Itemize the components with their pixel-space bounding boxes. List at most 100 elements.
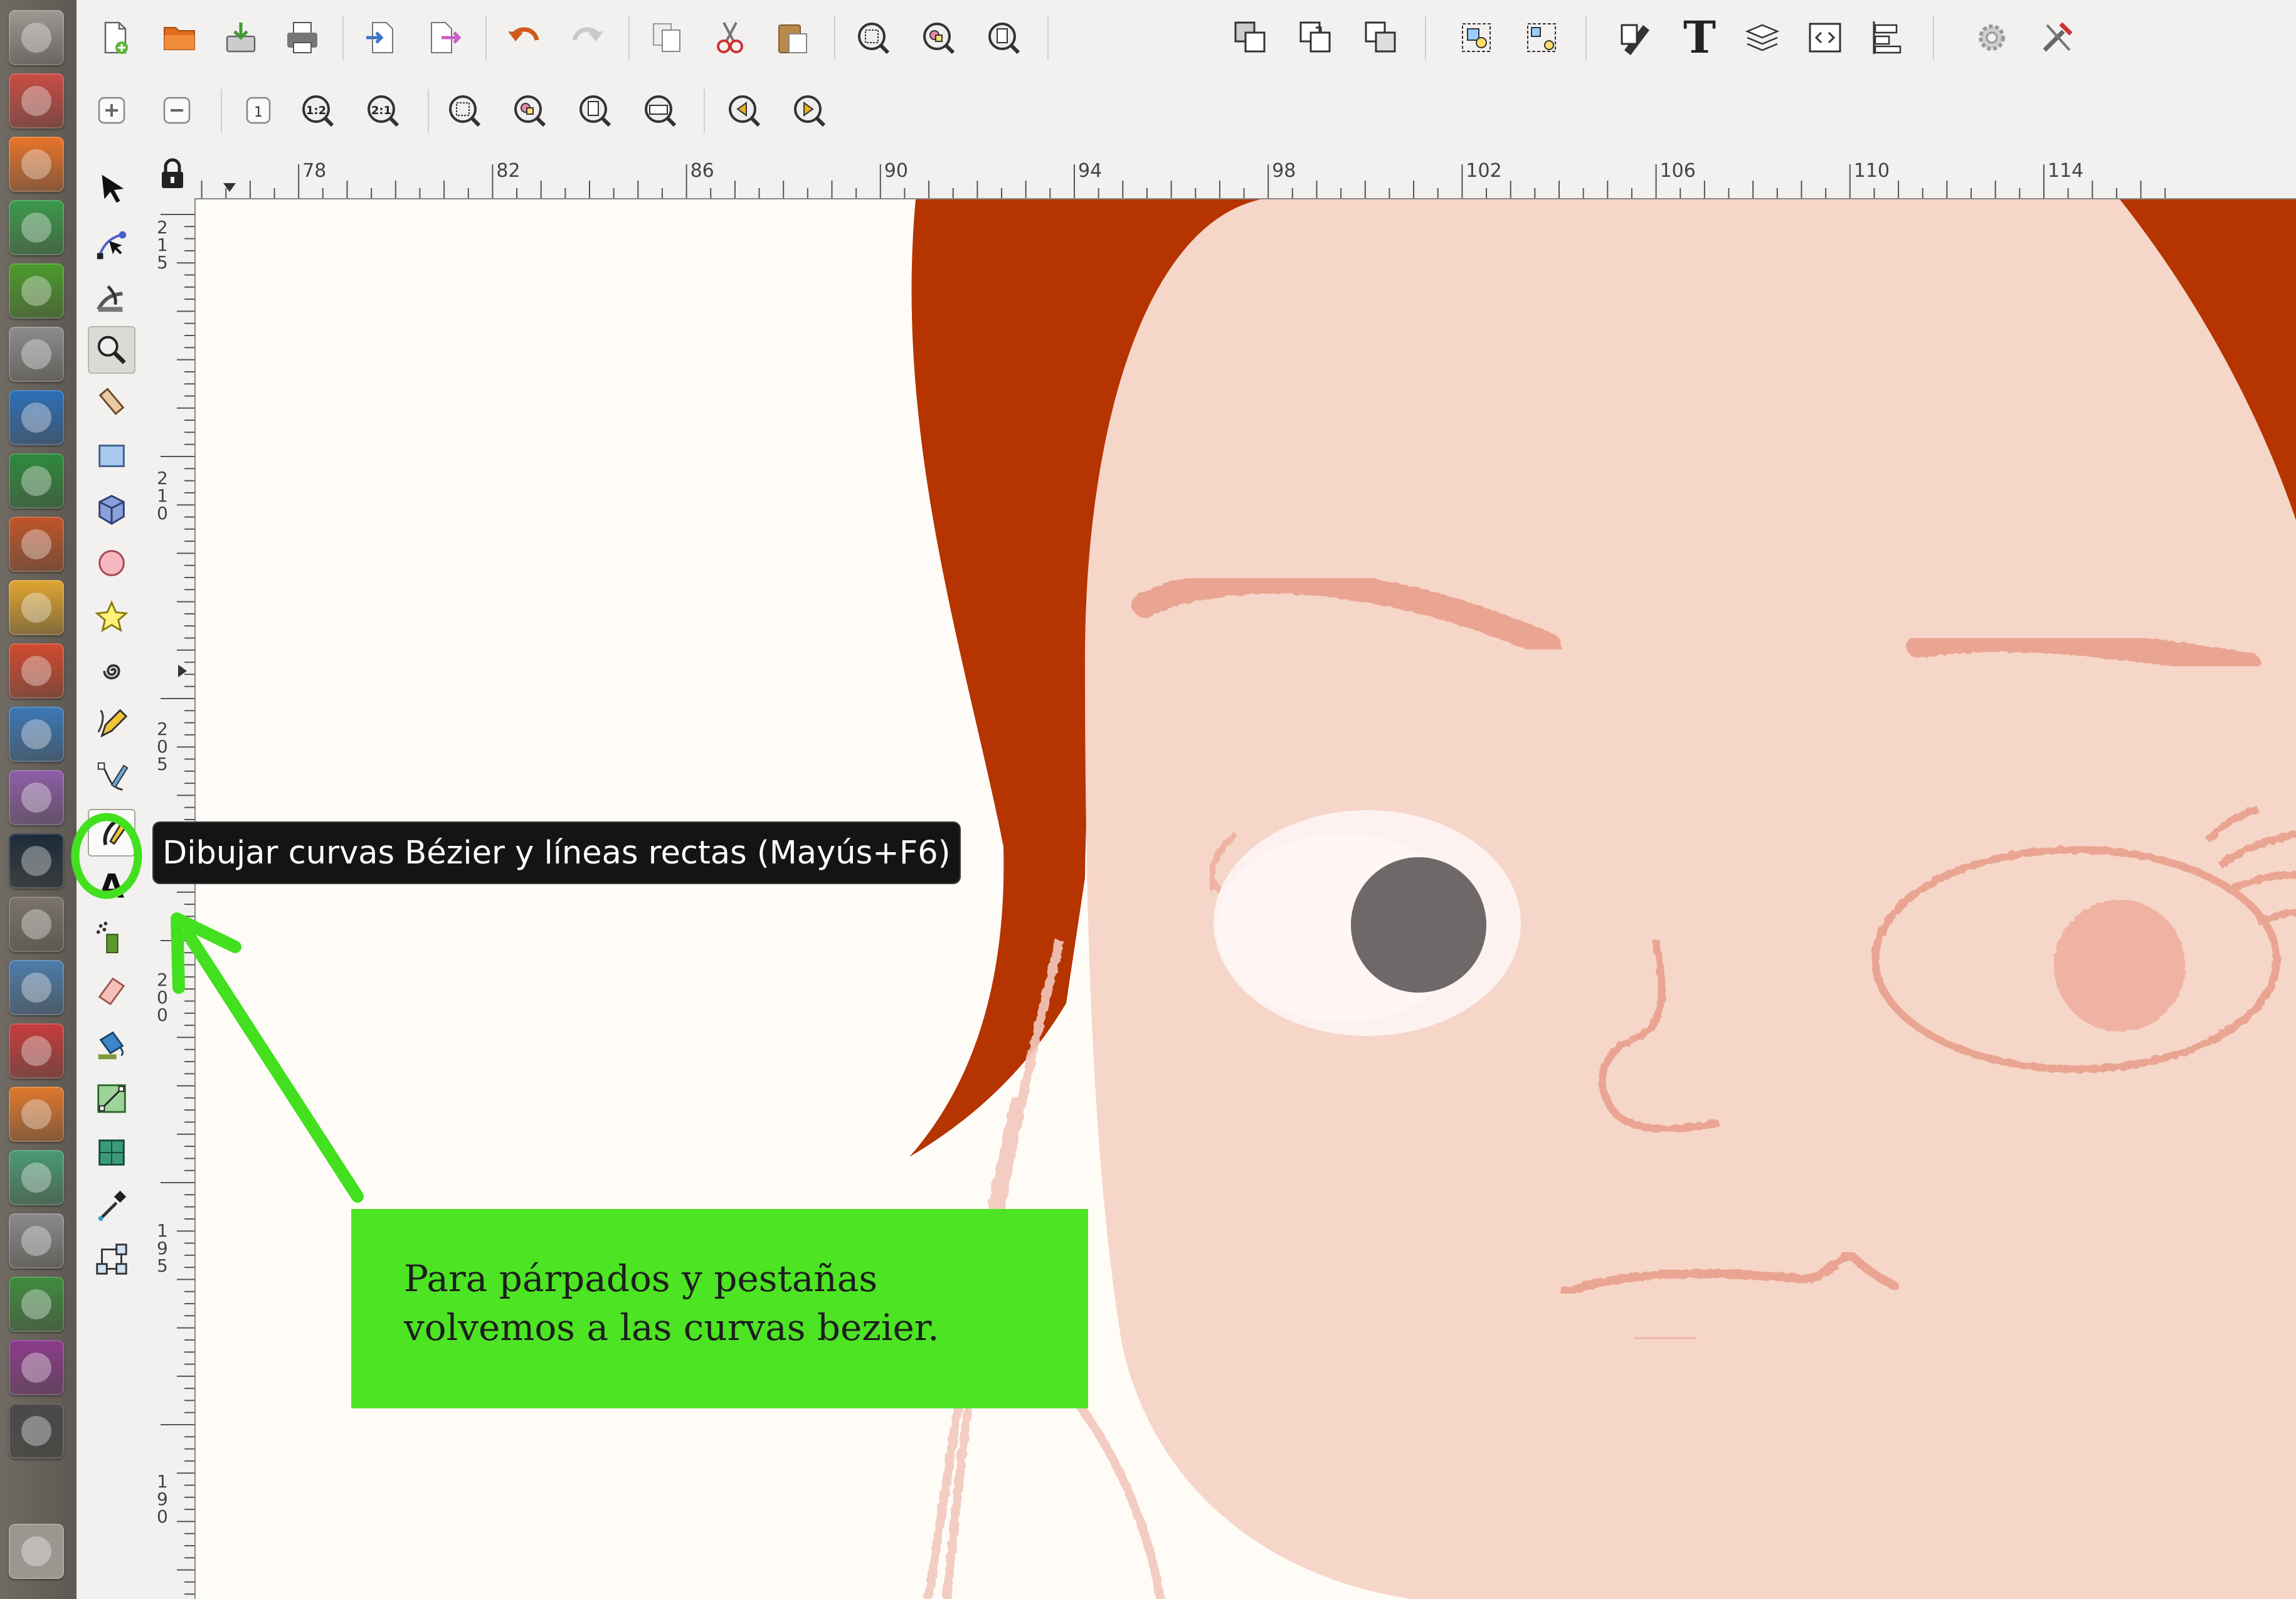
lower-lip <box>1633 1333 1697 1343</box>
ruler-h-label: 78 <box>302 160 326 182</box>
launcher-gimp-icon[interactable] <box>9 897 64 952</box>
ruler-v-label: 0 <box>157 503 168 524</box>
ruler-h-label: 86 <box>690 160 714 182</box>
undo-icon[interactable] <box>503 16 546 59</box>
launcher-ball-app-icon[interactable] <box>9 770 64 825</box>
fill-stroke-icon[interactable] <box>1616 16 1658 59</box>
lock-icon <box>162 158 183 188</box>
zoom-next-icon[interactable] <box>788 89 830 132</box>
tool-star-icon[interactable] <box>88 593 135 641</box>
launcher-geometry-app-icon[interactable] <box>9 1150 64 1205</box>
tool-pen-icon[interactable] <box>88 755 135 803</box>
zoom-1-2-label: 1:2 <box>306 104 326 117</box>
tool-connector-icon[interactable] <box>88 1235 135 1283</box>
layers-icon[interactable] <box>1741 16 1784 59</box>
launcher-calculator-icon[interactable] <box>9 327 64 382</box>
highlight-circle <box>71 813 142 899</box>
tool-node-icon[interactable] <box>88 222 135 270</box>
launcher-settings-app-icon[interactable] <box>9 1023 64 1079</box>
open-folder-icon[interactable] <box>158 16 201 59</box>
launcher-updater-icon[interactable] <box>9 1277 64 1332</box>
tool-zoom-icon[interactable] <box>88 326 135 374</box>
tool-measure-icon[interactable] <box>88 380 135 428</box>
zoom-drawing-2-icon[interactable] <box>508 89 551 132</box>
group-icon[interactable] <box>1455 16 1498 59</box>
paste-icon[interactable] <box>771 16 814 59</box>
ungroup-icon[interactable] <box>1520 16 1563 59</box>
ruler-lock[interactable] <box>152 150 194 198</box>
zoom-in-icon[interactable] <box>90 89 133 132</box>
save-icon[interactable] <box>220 16 262 59</box>
ruler-h-label: 110 <box>1854 160 1890 182</box>
text-font-icon[interactable]: T <box>1678 16 1721 60</box>
launcher-draw-icon[interactable] <box>9 580 64 635</box>
tool-rectangle-icon[interactable] <box>88 433 135 480</box>
tool-selector-icon[interactable] <box>88 166 135 213</box>
zoom-1-2-icon[interactable]: 1:2 <box>296 89 339 132</box>
zoom-previous-icon[interactable] <box>722 89 765 132</box>
zoom-toolbar: 1 1:2 2:1 <box>77 75 2296 151</box>
launcher-text-editor-icon[interactable] <box>9 960 64 1015</box>
launcher-camera-app-icon[interactable] <box>9 1213 64 1269</box>
ruler-v-label: 0 <box>157 1506 168 1527</box>
tool-3d-box-icon[interactable] <box>88 487 135 534</box>
zoom-2-1-icon[interactable]: 2:1 <box>361 89 404 132</box>
preferences-gear-icon[interactable] <box>1971 16 2013 59</box>
clone-icon[interactable] <box>1294 16 1337 59</box>
launcher-writer-icon[interactable] <box>9 390 64 445</box>
import-icon[interactable] <box>360 16 403 59</box>
tool-gradient-icon[interactable] <box>88 1075 135 1122</box>
horizontal-ruler: 78 82 86 90 94 98 102 106 110 114 <box>194 150 2296 199</box>
tool-dropper-icon[interactable] <box>88 1181 135 1229</box>
tool-paint-bucket-icon[interactable] <box>88 1021 135 1069</box>
ruler-h-label: 90 <box>884 160 908 182</box>
launcher-pencil-app-icon[interactable] <box>9 707 64 762</box>
zoom-page-icon[interactable] <box>982 16 1025 59</box>
launcher-dash-home-icon[interactable] <box>9 10 64 65</box>
zoom-drawing-icon[interactable] <box>917 16 960 59</box>
tool-eraser-icon[interactable] <box>88 967 135 1015</box>
tool-tweak-icon[interactable] <box>88 275 135 322</box>
pupil-right-sketch <box>2054 900 2186 1032</box>
tool-spiral-icon[interactable] <box>88 647 135 695</box>
zoom-page-2-icon[interactable] <box>573 89 616 132</box>
tooltip: Dibujar curvas Bézier y líneas rectas (M… <box>154 823 960 883</box>
launcher-terminal-icon[interactable] <box>9 1403 64 1459</box>
print-icon[interactable] <box>281 16 324 59</box>
launcher-chrome-icon[interactable] <box>9 200 64 255</box>
zoom-page-width-icon[interactable] <box>638 89 681 132</box>
copy-icon[interactable] <box>646 16 689 59</box>
tool-spray-icon[interactable] <box>88 914 135 962</box>
launcher-software-center-icon[interactable] <box>9 263 64 319</box>
redo-icon[interactable] <box>566 16 608 59</box>
launcher-firefox-icon[interactable] <box>9 137 64 192</box>
duplicate-object-icon[interactable] <box>1229 16 1272 59</box>
command-toolbar: T <box>77 0 2296 76</box>
launcher-impress-icon[interactable] <box>9 517 64 572</box>
launcher-blender-icon[interactable] <box>9 1087 64 1142</box>
launcher-calc-icon[interactable] <box>9 453 64 509</box>
tool-pencil-icon[interactable] <box>88 700 135 747</box>
tool-ellipse-icon[interactable] <box>88 539 135 587</box>
ruler-h-label: 98 <box>1272 160 1296 182</box>
unlink-clone-icon[interactable] <box>1360 16 1402 59</box>
launcher-files-icon[interactable] <box>9 73 64 129</box>
launcher-inkscape-icon[interactable] <box>9 833 64 889</box>
cut-icon[interactable] <box>709 16 751 59</box>
export-icon[interactable] <box>423 16 465 59</box>
zoom-selection-2-icon[interactable] <box>443 89 485 132</box>
annotation-box: Para párpados y pestañas volvemos a las … <box>351 1209 1088 1408</box>
tool-mesh-icon[interactable] <box>88 1129 135 1176</box>
new-document-icon[interactable] <box>94 16 137 59</box>
zoom-out-icon[interactable] <box>156 89 198 132</box>
xml-editor-icon[interactable] <box>1804 16 1846 59</box>
align-distribute-icon[interactable] <box>1866 16 1909 59</box>
ubuntu-launcher <box>0 0 78 1599</box>
launcher-workspaces-icon[interactable] <box>9 1340 64 1395</box>
launcher-trash-icon[interactable] <box>9 1524 64 1579</box>
ruler-v-label: 5 <box>157 754 168 774</box>
zoom-selection-icon[interactable] <box>852 16 894 59</box>
launcher-color-app-icon[interactable] <box>9 643 64 699</box>
zoom-1-1-icon[interactable]: 1 <box>237 89 280 132</box>
document-properties-icon[interactable] <box>2036 16 2078 59</box>
